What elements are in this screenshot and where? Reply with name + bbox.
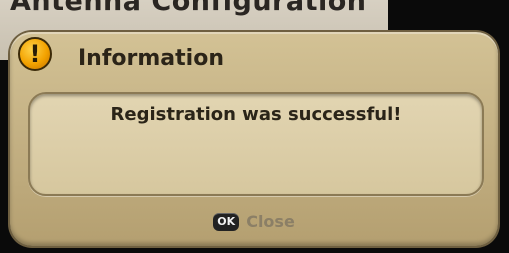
ok-key-label: OK [217, 215, 236, 228]
message-box: Registration was successful! [28, 92, 484, 196]
close-button[interactable]: OK Close [10, 212, 498, 231]
screen: Antenna Configuration ! Information Regi… [0, 0, 509, 253]
exclamation-icon: ! [18, 37, 52, 71]
information-dialog: ! Information Registration was successfu… [10, 32, 498, 246]
background-menu-title: Antenna Configuration [10, 0, 367, 17]
message-text: Registration was successful! [110, 104, 402, 125]
dialog-title: Information [78, 46, 224, 71]
ok-key-icon: OK [213, 212, 240, 231]
close-label: Close [246, 212, 295, 231]
